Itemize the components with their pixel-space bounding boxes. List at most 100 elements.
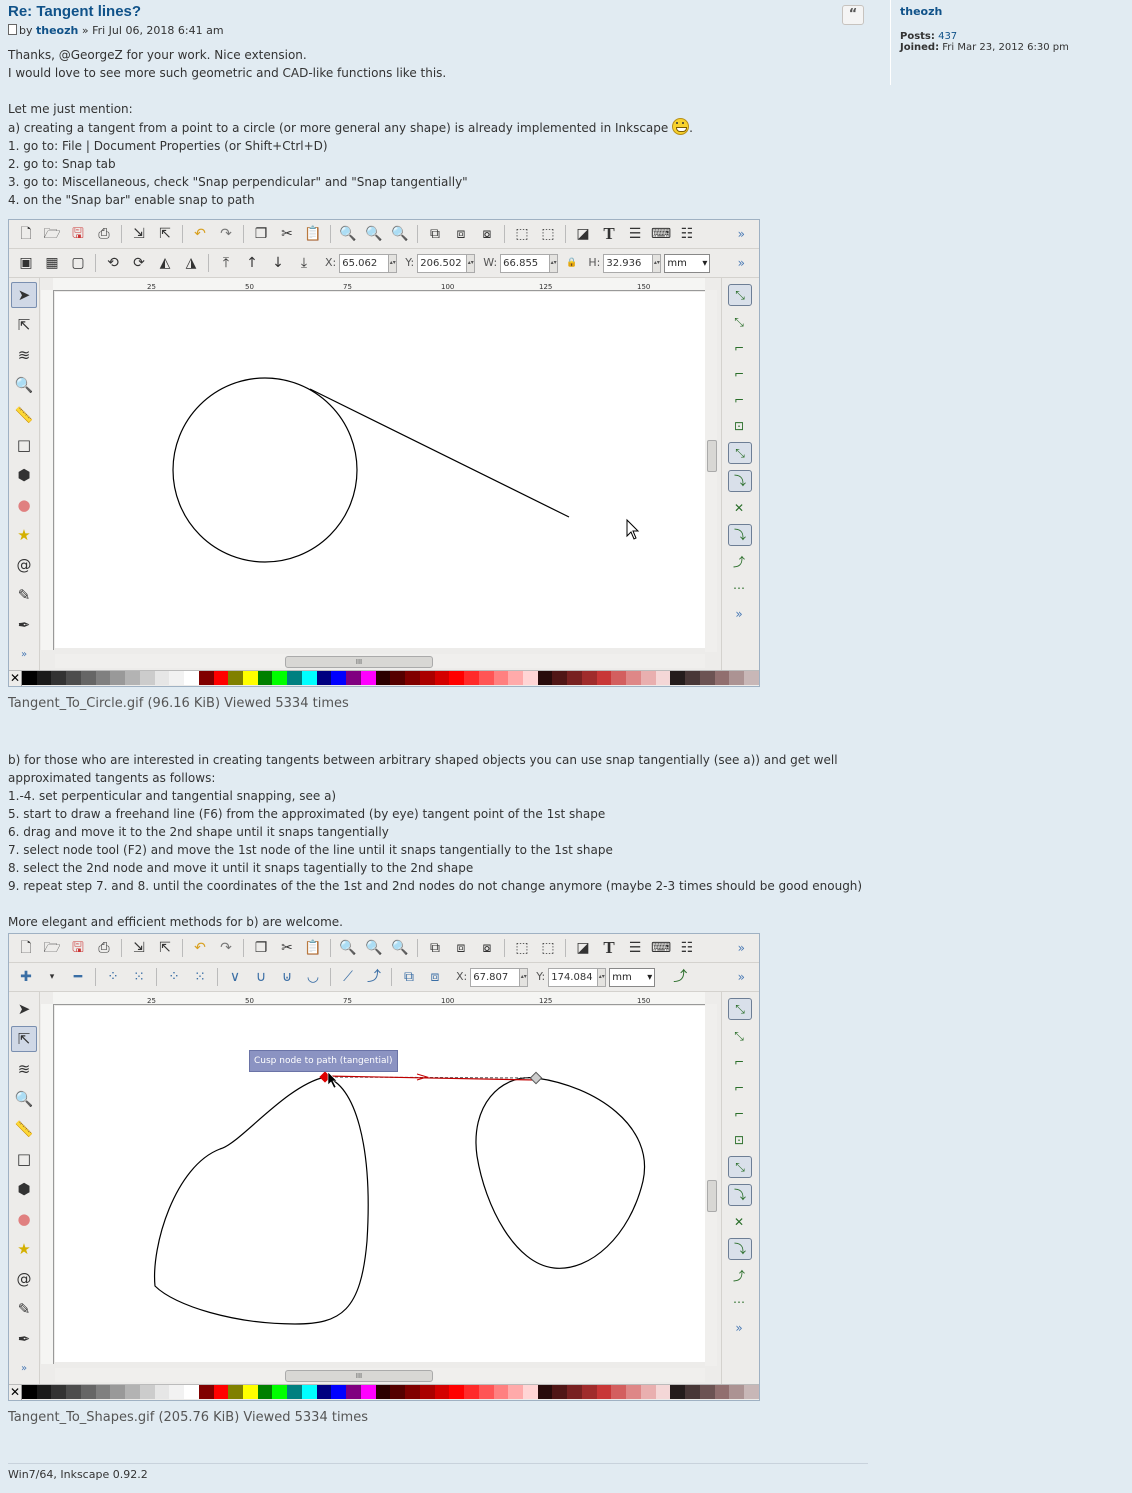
attachment-caption[interactable]: Tangent_To_Shapes.gif (205.76 KiB) Viewe…	[8, 1409, 868, 1427]
snap-bbox-center-icon[interactable]: ⊡	[728, 416, 750, 436]
color-swatch[interactable]	[596, 1385, 612, 1399]
color-swatch[interactable]	[257, 1385, 273, 1399]
color-swatch[interactable]	[66, 671, 81, 685]
color-swatch[interactable]	[655, 1385, 671, 1399]
color-swatch[interactable]	[611, 1385, 627, 1399]
zoom-tool-icon[interactable]: 🔍	[11, 1086, 37, 1112]
quote-button[interactable]: “	[842, 5, 864, 25]
color-swatch[interactable]	[169, 671, 185, 685]
x-spin[interactable]: ▴▾	[520, 967, 529, 987]
vertical-scroll-thumb[interactable]	[707, 1180, 717, 1212]
color-swatch[interactable]	[537, 1385, 553, 1399]
color-swatch[interactable]	[375, 671, 391, 685]
snap-enable-icon[interactable]: ⤡	[728, 284, 752, 306]
color-swatch[interactable]	[346, 1385, 361, 1399]
color-swatch[interactable]	[272, 671, 288, 685]
color-swatch[interactable]	[478, 671, 494, 685]
snap-nodes-icon[interactable]: ⤡	[728, 1156, 752, 1178]
color-swatch[interactable]	[464, 1385, 479, 1399]
color-swatch[interactable]	[552, 1385, 568, 1399]
post-title[interactable]: Re: Tangent lines?	[8, 3, 868, 20]
snap-path-icon[interactable]: ⤵	[728, 1184, 752, 1206]
zoom-tool-icon[interactable]: 🔍	[11, 372, 37, 398]
profile-username[interactable]: theozh	[900, 5, 1132, 18]
color-swatch[interactable]	[419, 671, 435, 685]
color-swatch[interactable]	[184, 1385, 199, 1399]
measure-tool-icon[interactable]: 📏	[11, 402, 37, 428]
vertical-scrollbar[interactable]	[705, 290, 717, 652]
y-spin[interactable]: ▴▾	[467, 253, 476, 273]
inkscape-screenshot[interactable]: 🗋 🗁 🖫 ⎙ ⇲ ⇱ ↶ ↷ ❐ ✂ 📋 🔍 🔍 🔍 ⧉ ⧈ ⧇ ⬚ ⬚ ◪ …	[8, 219, 760, 687]
snap-path-icon[interactable]: ⤵	[728, 470, 752, 492]
color-swatch[interactable]	[729, 1385, 744, 1399]
color-swatch[interactable]	[95, 1385, 111, 1399]
color-swatch[interactable]	[360, 1385, 376, 1399]
snap-enable-icon[interactable]: ⤡	[728, 998, 752, 1020]
color-swatch[interactable]	[331, 671, 347, 685]
color-swatch[interactable]	[685, 671, 700, 685]
measure-tool-icon[interactable]: 📏	[11, 1116, 37, 1142]
color-swatch[interactable]	[198, 671, 214, 685]
color-swatch[interactable]	[743, 671, 759, 685]
color-swatch[interactable]	[640, 671, 656, 685]
ellipse-tool-icon[interactable]: ●	[11, 492, 37, 518]
color-swatch[interactable]	[184, 671, 199, 685]
snap-intersection-icon[interactable]: ✕	[728, 498, 750, 518]
color-swatch[interactable]	[51, 671, 67, 685]
color-swatch[interactable]	[434, 671, 450, 685]
rectangle-tool-icon[interactable]: □	[11, 432, 37, 458]
more-chevron-icon[interactable]: »	[738, 254, 745, 272]
color-swatch[interactable]	[508, 1385, 523, 1399]
color-swatch[interactable]	[154, 1385, 170, 1399]
color-swatch[interactable]	[198, 1385, 214, 1399]
horizontal-scrollbar[interactable]: III	[55, 654, 705, 668]
color-swatch[interactable]	[243, 1385, 258, 1399]
spiral-tool-icon[interactable]: @	[11, 552, 37, 578]
snap-bbox-corner-icon[interactable]: ⌐	[728, 364, 750, 384]
color-swatch[interactable]	[51, 1385, 67, 1399]
no-paint-swatch[interactable]: ✕	[9, 1385, 22, 1400]
color-swatch[interactable]	[714, 1385, 730, 1399]
color-swatch[interactable]	[125, 671, 140, 685]
color-swatch[interactable]	[699, 1385, 715, 1399]
unit-select[interactable]: mm ▾	[664, 253, 711, 273]
snap-nodes-icon[interactable]: ⤡	[728, 442, 752, 464]
color-swatch[interactable]	[213, 1385, 229, 1399]
vertical-scroll-thumb[interactable]	[707, 440, 717, 472]
color-swatch[interactable]	[228, 671, 244, 685]
color-swatch[interactable]	[154, 671, 170, 685]
snap-bbox-corner-icon[interactable]: ⌐	[728, 1078, 750, 1098]
color-swatch[interactable]	[743, 1385, 759, 1399]
vertical-scrollbar[interactable]	[705, 1004, 717, 1366]
color-swatch[interactable]	[287, 1385, 302, 1399]
color-swatch[interactable]	[508, 671, 523, 685]
w-spin[interactable]: ▴▾	[550, 253, 559, 273]
snap-bbox-edge-icon[interactable]: ⌐	[728, 338, 750, 358]
color-swatch[interactable]	[464, 671, 479, 685]
color-swatch[interactable]	[552, 671, 568, 685]
star-tool-icon[interactable]: ★	[11, 522, 37, 548]
color-swatch[interactable]	[670, 1385, 686, 1399]
color-swatch[interactable]	[110, 671, 126, 685]
y-spin[interactable]: ▴▾	[598, 967, 607, 987]
3d-box-tool-icon[interactable]: ⬢	[11, 1176, 37, 1202]
spiral-tool-icon[interactable]: @	[11, 1266, 37, 1292]
pen-tool-icon[interactable]: ✒	[11, 612, 37, 638]
node-tool-icon[interactable]: ⇱	[11, 1026, 37, 1052]
snap-midpoint-icon[interactable]: ⋯	[728, 578, 750, 598]
snap-intersection-icon[interactable]: ✕	[728, 1212, 750, 1232]
color-swatch[interactable]	[316, 1385, 332, 1399]
w-input[interactable]: 66.855	[500, 253, 551, 273]
star-tool-icon[interactable]: ★	[11, 1236, 37, 1262]
rectangle-tool-icon[interactable]: □	[11, 1146, 37, 1172]
inkscape-screenshot[interactable]: 🗋 🗁 🖫 ⎙ ⇲ ⇱ ↶ ↷ ❐ ✂ 📋 🔍 🔍 🔍 ⧉ ⧈ ⧇ ⬚ ⬚ ◪ …	[8, 933, 760, 1401]
tweak-tool-icon[interactable]: ≋	[11, 1056, 37, 1082]
color-swatch[interactable]	[626, 1385, 641, 1399]
snap-bbox-midpoint-icon[interactable]: ⌐	[728, 390, 750, 410]
lock-icon[interactable]: 🔒	[566, 254, 577, 272]
y-input[interactable]: 206.502	[417, 253, 468, 273]
color-palette[interactable]: ✕	[9, 670, 759, 686]
color-swatch[interactable]	[301, 671, 317, 685]
color-swatch[interactable]	[125, 1385, 140, 1399]
color-swatch[interactable]	[449, 671, 465, 685]
